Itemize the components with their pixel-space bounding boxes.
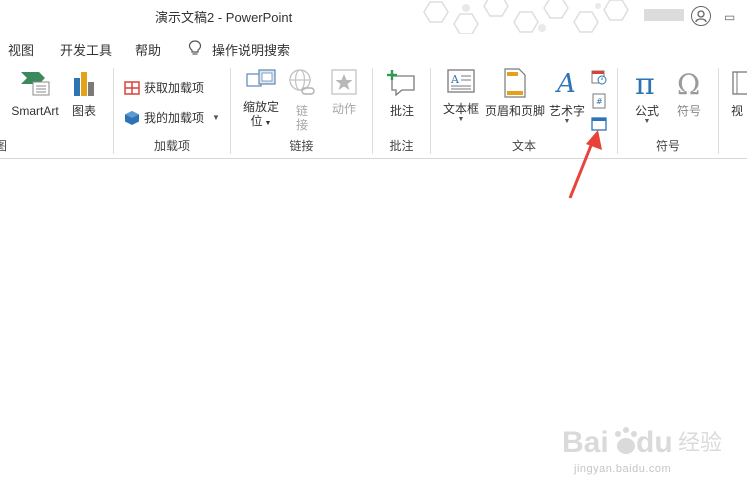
svg-text:Bai: Bai [562,426,609,459]
title-bar-hexagon-decoration [423,0,629,34]
my-addins-dropdown-icon[interactable]: ▼ [212,113,220,122]
zoom-slides-icon [246,69,276,87]
svg-text:A: A [555,69,576,98]
ribbon-tabs: 视图 开发工具 帮助 操作说明搜索 [0,34,747,60]
header-footer-label: 页眉和页脚 [484,104,545,118]
symbol-button[interactable]: Ω 符号 [672,68,706,118]
svg-text:π: π [635,68,655,98]
date-time-icon[interactable] [591,69,607,85]
equation-button[interactable]: π 公式 ▼ [630,67,664,126]
svg-text:经验: 经验 [678,431,722,456]
equation-dropdown-icon[interactable]: ▼ [630,118,664,126]
person-icon [695,10,707,23]
svg-text:A: A [450,73,460,86]
smartart-button[interactable]: SmartArt [8,68,62,118]
watermark-url: jingyan.baidu.com [574,463,672,475]
textbox-label: 文本框 [442,102,479,116]
link-button[interactable]: 链 接 [286,68,318,132]
tab-developer[interactable]: 开发工具 [60,40,112,59]
symbol-label: 符号 [676,104,701,118]
ribbon-display-options-icon[interactable]: ▭ [724,10,735,24]
account-button[interactable] [691,6,711,26]
link-label: 链 [295,104,308,118]
equation-label: 公式 [634,104,659,118]
chart-button[interactable]: 图表 [68,68,100,118]
wordart-dropdown-icon[interactable]: ▼ [548,118,586,126]
group-media: 视 [719,60,747,158]
group-label-comments: 批注 [389,139,414,153]
group-comments: 批注 批注 [373,60,430,158]
zoom-label-line2: 位 [250,114,263,128]
tab-view[interactable]: 视图 [8,40,34,59]
wordart-icon: A [555,69,576,99]
group-label-illustrations: 图 [0,139,8,153]
group-addins: 获取加载项 我的加载项 ▼ 加载项 [114,60,230,158]
group-links: 缩放定 位 ▼ 链 接 动作 链接 [231,60,372,158]
annotation-arrow-icon [568,130,602,199]
zoom-dropdown-icon[interactable]: ▼ [263,120,272,127]
group-label-addins: 加载项 [153,139,190,153]
svg-text:du: du [636,426,673,459]
film-video-icon [732,71,747,95]
get-addins-label: 获取加载项 [144,81,205,95]
bar-chart-icon [74,72,94,96]
redacted-account-name [644,9,684,21]
store-icon [124,80,140,95]
pi-equation-icon: π [635,67,655,102]
group-symbols: π 公式 ▼ Ω 符号 符号 [618,60,718,158]
header-footer-icon [504,68,526,98]
ribbon-insert-panel: SmartArt 图表 图 获取加载项 我的加载项 ▼ 加载项 缩放定 位 ▼ … [0,60,747,159]
video-label: 视 [731,104,744,118]
tell-me-search[interactable]: 操作说明搜索 [212,40,290,59]
textbox-button[interactable]: A 文本框 ▼ [437,68,485,124]
omega-symbol-icon: Ω [677,68,700,101]
tab-help[interactable]: 帮助 [135,40,161,59]
textbox-dropdown-icon[interactable]: ▼ [437,116,485,124]
group-label-symbols: 符号 [655,139,680,153]
window-title: 演示文稿2 - PowerPoint [155,10,293,25]
header-footer-button[interactable]: 页眉和页脚 [484,68,546,118]
chart-label: 图表 [71,104,96,118]
action-label: 动作 [331,102,356,116]
smartart-icon [21,72,50,96]
lightbulb-icon [188,40,202,55]
globe-link-icon [289,69,315,95]
svg-text:Ω: Ω [677,68,700,98]
slide-number-icon[interactable]: # [591,93,607,109]
video-button[interactable]: 视 [731,68,747,118]
star-action-icon [331,69,357,95]
wordart-label: 艺术字 [548,104,585,118]
comment-button[interactable]: 批注 [385,68,419,118]
addin-cube-icon [125,110,139,125]
action-button[interactable]: 动作 [327,68,361,116]
link-label-line2: 接 [295,118,308,132]
zoom-label: 缩放定 [242,100,279,114]
title-bar: 演示文稿2 - PowerPoint ▭ [0,0,747,34]
group-illustrations: SmartArt 图表 图 [0,60,113,158]
get-addins-button[interactable]: 获取加载项 [124,79,204,96]
zoom-button[interactable]: 缩放定 位 ▼ [239,68,283,131]
textbox-icon: A [447,69,475,93]
new-comment-icon [387,70,415,97]
smartart-label: SmartArt [11,104,59,118]
comment-label: 批注 [389,104,414,118]
svg-text:#: # [596,97,603,106]
wordart-button[interactable]: A 艺术字 ▼ [548,68,586,126]
group-label-links: 链接 [289,139,314,153]
my-addins-button[interactable]: 我的加载项 ▼ [124,109,220,126]
my-addins-label: 我的加载项 [144,111,205,125]
